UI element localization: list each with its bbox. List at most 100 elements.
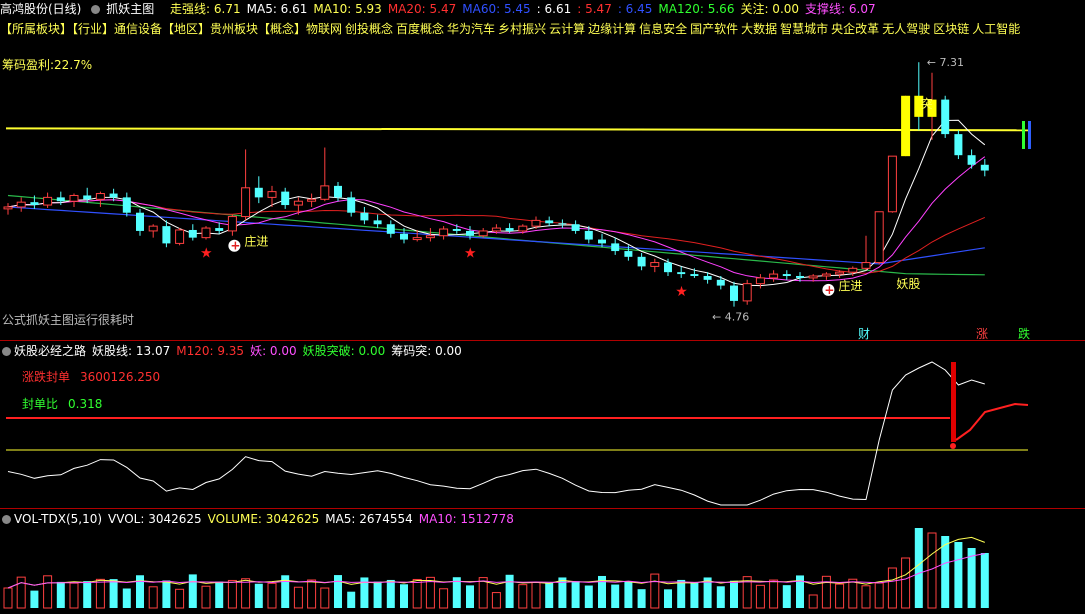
candle-body (241, 187, 251, 218)
volume-bar (954, 542, 963, 608)
candle-body (769, 273, 779, 279)
candle-body (439, 228, 449, 237)
candle-body (954, 134, 963, 156)
vol-ma5-line (7, 536, 985, 589)
volume-bar (466, 585, 474, 608)
candle-body (558, 223, 567, 225)
candle-body (95, 193, 105, 200)
candle-body (796, 275, 804, 278)
volume-bar (518, 584, 528, 609)
candle-body (452, 229, 461, 231)
min-price-label: ← 4.76 (712, 311, 749, 324)
candle-body (267, 191, 277, 198)
volume-bar (267, 582, 277, 609)
candle-body (122, 197, 131, 213)
zhuangjin-label: 庄进 (244, 234, 268, 249)
candle-body (373, 220, 382, 225)
candle-body (30, 202, 39, 206)
candle-body (808, 275, 818, 279)
candle-body (901, 95, 911, 157)
candle-body (215, 228, 224, 231)
candle-body (690, 274, 699, 276)
yaogu-label: 妖股 (896, 277, 920, 291)
candle-body (334, 185, 342, 198)
vol-ma10-line (7, 553, 985, 589)
candle-body (941, 99, 950, 135)
candle-body (43, 196, 53, 206)
volume-bar (914, 528, 923, 608)
volume-bar (254, 583, 263, 608)
volume-bar (188, 574, 197, 608)
candle-body (584, 230, 593, 240)
signal-bar-green (1022, 121, 1025, 149)
candle-body (716, 279, 725, 286)
volume-bar (136, 575, 144, 608)
candle-body (861, 262, 871, 269)
volume-bar (334, 575, 342, 608)
volume-bar (227, 579, 237, 609)
volume-bar (175, 588, 185, 609)
volume-bar (109, 579, 118, 608)
candle-body (201, 227, 211, 239)
ma60-line (7, 206, 985, 265)
volume-bar (571, 581, 580, 608)
candle-body (425, 235, 435, 239)
candle-body (980, 164, 989, 171)
candle-body (175, 229, 185, 244)
volume-bar (650, 573, 660, 609)
volume-bar (307, 579, 317, 609)
candle-body (109, 193, 118, 198)
candle-body (730, 285, 738, 301)
volume-bar (901, 557, 911, 609)
volume-bar (716, 586, 725, 608)
zhuangjin-plus: + (824, 283, 834, 297)
ma120-line (7, 194, 985, 276)
candle-body (664, 262, 672, 273)
stock-chart[interactable]: ★ ★ ★ + 庄进 + 庄进 ← 7.31 ← 4.76 妖股 突财 涨 跌 (0, 0, 1085, 614)
volume-bar (861, 585, 871, 609)
candle-body (412, 237, 422, 241)
candle-body (69, 194, 79, 202)
volume-bar (690, 582, 699, 608)
candle-body (531, 219, 541, 227)
volume-bar (531, 581, 541, 609)
ma20-line (7, 199, 986, 274)
candle-body (598, 239, 606, 244)
volume-bar (835, 583, 845, 609)
candle-body (16, 201, 26, 208)
candle-body (56, 197, 65, 202)
volume-bar (755, 584, 765, 609)
event-die: 跌 (1018, 326, 1030, 341)
volume-bar (83, 581, 92, 608)
candle-body (505, 228, 514, 231)
candle-body (386, 224, 395, 234)
volume-bar (3, 587, 13, 609)
candle-body (518, 225, 528, 232)
candle-body (545, 220, 554, 224)
volume-bar (980, 553, 989, 608)
volume-bar (584, 585, 593, 608)
candle-body (360, 212, 369, 221)
candle-body (887, 155, 897, 213)
break-label: 突 (921, 96, 933, 111)
seal-bar (951, 362, 956, 442)
volume-bar (848, 578, 858, 609)
candle-body (254, 187, 263, 198)
volume-bar (241, 578, 251, 609)
candle-body (782, 274, 791, 276)
m120-line (955, 402, 1029, 441)
candle-body (293, 200, 303, 206)
candle-body (400, 233, 408, 240)
volume-bar (637, 589, 646, 608)
candle-body (967, 155, 976, 165)
volume-bar (386, 579, 395, 608)
volume-bar (95, 578, 105, 609)
volume-bar (887, 567, 897, 609)
candle-body (611, 243, 620, 252)
candle-body (742, 283, 752, 302)
volume-bar (162, 580, 171, 608)
candle-body (83, 195, 92, 200)
volume-bar (215, 581, 224, 608)
candle-body (227, 216, 237, 232)
volume-bar (30, 590, 39, 608)
